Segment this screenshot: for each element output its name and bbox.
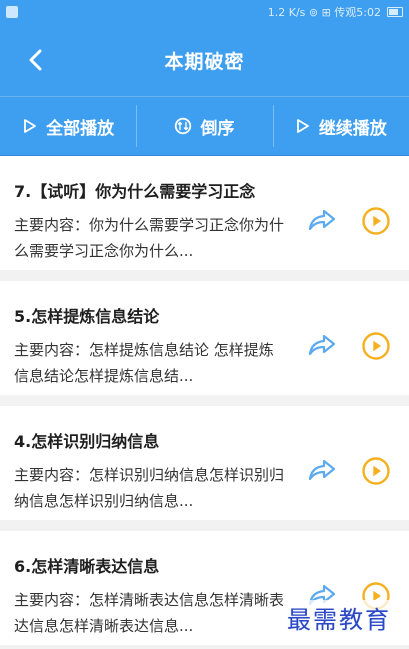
item-title: 7.【试听】你为什么需要学习正念 bbox=[14, 182, 256, 201]
share-arrow-icon bbox=[308, 459, 336, 481]
watermark-text: 最需教育 bbox=[283, 600, 395, 635]
item-title: 4.怎样识别归纳信息 bbox=[14, 432, 160, 451]
play-outline-icon bbox=[24, 119, 37, 133]
play-circle-icon bbox=[362, 332, 390, 360]
back-button[interactable] bbox=[18, 42, 54, 78]
play-outline-icon bbox=[296, 119, 309, 133]
item-title: 5.怎样提炼信息结论 bbox=[14, 307, 160, 326]
sort-circle-icon bbox=[175, 117, 192, 135]
play-toolbar: 全部播放 倒序 继续播放 bbox=[0, 96, 409, 156]
chevron-left-icon bbox=[29, 49, 42, 71]
app-status-icon bbox=[6, 6, 18, 18]
play-circle-icon bbox=[362, 207, 390, 235]
continue-play-button[interactable]: 继续播放 bbox=[272, 97, 409, 155]
item-description: 主要内容：怎样提炼信息结论 怎样提炼信息结论怎样提炼信息结... bbox=[14, 341, 274, 385]
play-button[interactable] bbox=[360, 455, 392, 487]
share-button[interactable] bbox=[305, 328, 339, 362]
list-item[interactable]: 5.怎样提炼信息结论 主要内容：怎样提炼信息结论 怎样提炼信息结论怎样提炼信息结… bbox=[0, 281, 409, 395]
share-arrow-icon bbox=[308, 334, 336, 356]
battery-icon bbox=[387, 7, 403, 17]
item-title: 6.怎样清晰表达信息 bbox=[14, 557, 160, 576]
app-header: 本期破密 bbox=[0, 24, 409, 96]
list-item[interactable]: 7.【试听】你为什么需要学习正念 主要内容：你为什么需要学习正念你为什么需要学习… bbox=[0, 156, 409, 270]
continue-play-label: 继续播放 bbox=[318, 118, 387, 139]
list-item[interactable]: 4.怎样识别归纳信息 主要内容：怎样识别归纳信息怎样识别归纳信息怎样识别归纳信息… bbox=[0, 406, 409, 520]
status-bar: 1.2 K/s ⊚ ⊞ 传观5:02 bbox=[0, 0, 409, 24]
share-button[interactable] bbox=[305, 453, 339, 487]
play-all-label: 全部播放 bbox=[46, 118, 115, 139]
status-text: 1.2 K/s ⊚ ⊞ 传观5:02 bbox=[267, 6, 381, 19]
item-description: 主要内容：怎样清晰表达信息怎样清晰表达信息怎样清晰表达信息... bbox=[14, 591, 285, 635]
page-title: 本期破密 bbox=[164, 50, 245, 73]
play-button[interactable] bbox=[360, 205, 392, 237]
share-button[interactable] bbox=[305, 203, 339, 237]
play-button[interactable] bbox=[360, 330, 392, 362]
share-arrow-icon bbox=[308, 209, 336, 231]
reverse-order-label: 倒序 bbox=[200, 118, 235, 139]
reverse-order-button[interactable]: 倒序 bbox=[136, 97, 272, 155]
item-description: 主要内容：怎样识别归纳信息怎样识别归纳信息怎样识别归纳信息... bbox=[14, 466, 285, 510]
status-right: 1.2 K/s ⊚ ⊞ 传观5:02 bbox=[268, 4, 403, 20]
episode-list: 7.【试听】你为什么需要学习正念 主要内容：你为什么需要学习正念你为什么需要学习… bbox=[0, 156, 409, 649]
item-description: 主要内容：你为什么需要学习正念你为什么需要学习正念你为什么... bbox=[14, 216, 285, 260]
play-all-button[interactable]: 全部播放 bbox=[0, 97, 136, 155]
play-circle-icon bbox=[362, 457, 390, 485]
